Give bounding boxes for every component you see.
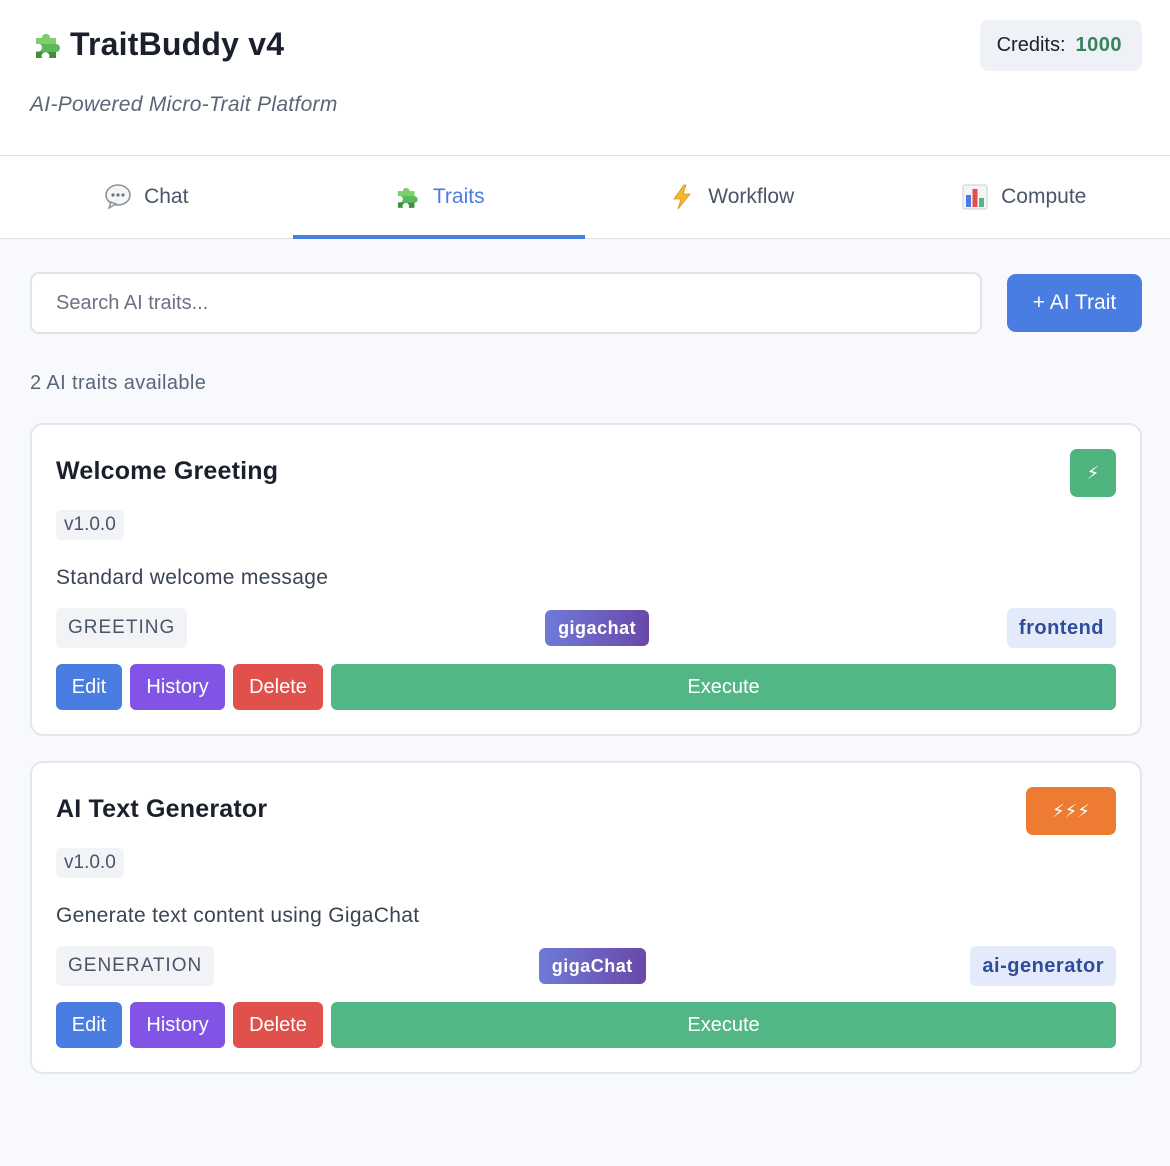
puzzle-icon	[30, 28, 64, 62]
trait-title: Welcome Greeting	[56, 457, 279, 485]
app-title: TraitBuddy v4	[70, 26, 285, 62]
puzzle-icon	[393, 183, 421, 211]
provider-tag: gigaChat	[538, 948, 646, 984]
tab-chat[interactable]: Chat	[0, 156, 293, 238]
search-input[interactable]	[30, 272, 982, 334]
lightning-icon	[668, 183, 696, 211]
traits-panel: + AI Trait 2 AI traits available Welcome…	[0, 239, 1170, 1074]
delete-button[interactable]: Delete	[233, 1002, 323, 1048]
tab-traits-label: Traits	[432, 185, 485, 208]
credits-label: Credits:	[996, 34, 1066, 56]
version-badge: v1.0.0	[56, 848, 124, 878]
trait-description: Standard welcome message	[56, 566, 329, 589]
history-button[interactable]: History	[130, 664, 225, 710]
tag-row: GREETING gigachat frontend	[56, 608, 1116, 648]
history-button[interactable]: History	[130, 1002, 225, 1048]
tab-workflow-label: Workflow	[708, 185, 795, 208]
cost-badge: ⚡⚡⚡	[1026, 787, 1116, 835]
tab-compute-label: Compute	[1001, 185, 1087, 208]
main-tabs: Chat Traits Workflow Compute	[0, 156, 1170, 239]
tab-traits[interactable]: Traits	[292, 156, 586, 239]
title-row: TraitBuddy v4	[30, 26, 1140, 63]
domain-tag: frontend	[1006, 608, 1116, 648]
action-row: Edit History Delete Execute	[56, 1002, 1116, 1048]
tab-workflow[interactable]: Workflow	[585, 156, 878, 238]
trait-description: Generate text content using GigaChat	[56, 904, 420, 927]
action-row: Edit History Delete Execute	[56, 664, 1116, 710]
delete-button[interactable]: Delete	[233, 664, 323, 710]
lightning-icon: ⚡	[1086, 462, 1100, 483]
tab-chat-label: Chat	[144, 185, 189, 208]
execute-button[interactable]: Execute	[331, 664, 1116, 710]
tab-compute[interactable]: Compute	[878, 156, 1170, 238]
speech-bubble-icon	[104, 183, 132, 211]
search-row: + AI Trait	[30, 272, 1142, 334]
trait-title: AI Text Generator	[56, 795, 268, 823]
bar-chart-icon	[961, 183, 989, 211]
cost-badge: ⚡	[1070, 449, 1116, 497]
edit-button[interactable]: Edit	[56, 664, 122, 710]
credits-badge: Credits: 1000	[979, 20, 1142, 71]
credits-value: 1000	[1075, 34, 1122, 56]
add-ai-trait-button[interactable]: + AI Trait	[1007, 274, 1142, 332]
category-tag: GREETING	[56, 608, 188, 648]
lightning-icon: ⚡⚡⚡	[1052, 800, 1090, 821]
version-badge: v1.0.0	[56, 510, 124, 540]
execute-button[interactable]: Execute	[331, 1002, 1116, 1048]
provider-tag: gigachat	[545, 610, 650, 646]
tag-row: GENERATION gigaChat ai-generator	[56, 946, 1116, 986]
app-header: TraitBuddy v4 AI-Powered Micro-Trait Pla…	[0, 0, 1170, 156]
traits-count: 2 AI traits available	[30, 372, 207, 394]
app-subtitle: AI-Powered Micro-Trait Platform	[30, 93, 338, 116]
edit-button[interactable]: Edit	[56, 1002, 122, 1048]
trait-card: AI Text Generator ⚡⚡⚡ v1.0.0 Generate te…	[30, 761, 1142, 1074]
trait-card: Welcome Greeting ⚡ v1.0.0 Standard welco…	[30, 423, 1142, 736]
category-tag: GENERATION	[56, 946, 215, 986]
domain-tag: ai-generator	[970, 946, 1116, 986]
